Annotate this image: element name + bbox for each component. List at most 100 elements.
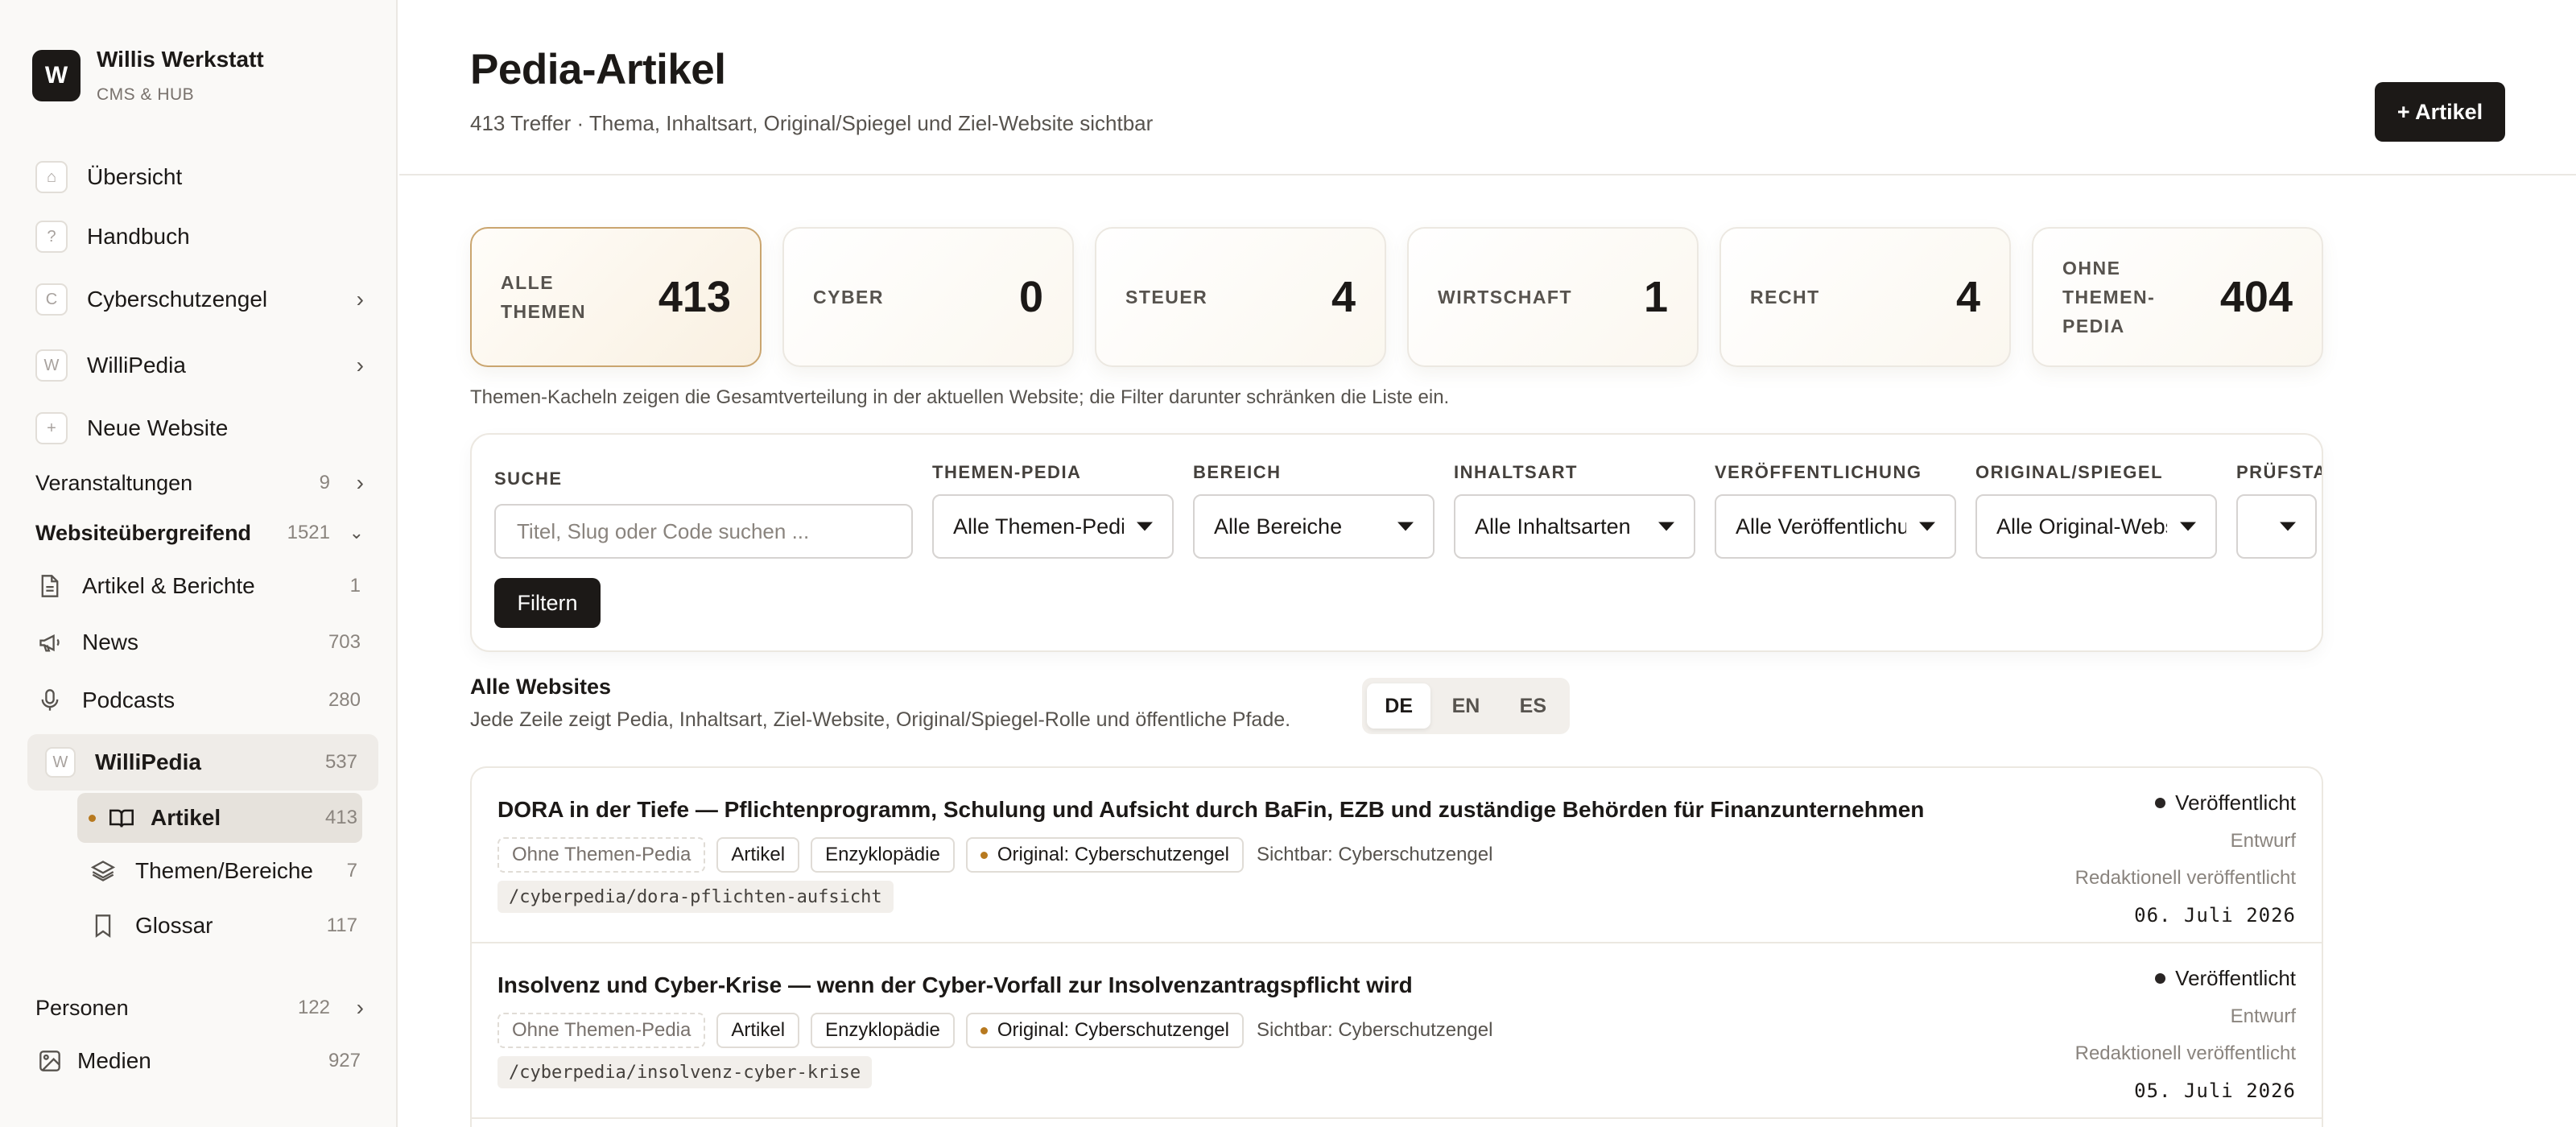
caret-down-icon xyxy=(1137,522,1153,531)
nav-count: 117 xyxy=(326,914,357,936)
tile-alle-themen[interactable]: ALLE THEMEN 413 xyxy=(470,227,762,367)
select-themen-pedia[interactable]: Alle Themen-Pedia xyxy=(932,494,1174,559)
nav-label: Medien xyxy=(77,1048,151,1073)
nav-item-new-website[interactable]: + Neue Website xyxy=(35,406,364,451)
nav-count: 7 xyxy=(346,860,357,881)
tile-ohne-themen-pedia[interactable]: OHNE THEMEN-PEDIA 404 xyxy=(2032,227,2323,367)
select-inhaltsart[interactable]: Alle Inhaltsarten xyxy=(1454,494,1695,559)
tile-label: RECHT xyxy=(1750,287,1820,308)
nav-item-podcasts[interactable]: Podcasts 280 xyxy=(35,678,364,723)
status-editorial: Redaktionell veröffentlicht xyxy=(2074,1042,2296,1064)
tile-label: ALLE THEMEN xyxy=(501,272,587,322)
tile-label: WIRTSCHAFT xyxy=(1438,287,1573,308)
nav-section-veranstaltungen[interactable]: Veranstaltungen 9 › xyxy=(35,465,364,501)
select-value: Alle Themen-Pedia xyxy=(953,514,1124,539)
article-slug: /cyberpedia/insolvenz-cyber-krise xyxy=(497,1056,873,1088)
nav-item-cyberschutzengel[interactable]: C Cyberschutzengel › xyxy=(35,277,364,322)
select-value: Alle Original-Websites xyxy=(1996,514,2167,539)
nav-count: 927 xyxy=(328,1050,361,1071)
lang-de-button[interactable]: DE xyxy=(1367,683,1431,729)
filter-submit-button[interactable]: Filtern xyxy=(494,578,601,628)
tag-pedia: Ohne Themen-Pedia xyxy=(497,1013,706,1048)
article-date: 06. Juli 2026 xyxy=(2134,904,2296,927)
nav-label: WilliPedia xyxy=(95,749,202,774)
search-input[interactable] xyxy=(494,504,913,559)
select-original-spiegel[interactable]: Alle Original-Websites xyxy=(1975,494,2217,559)
nav-label: Cyberschutzengel xyxy=(87,287,268,312)
section-count: 122 xyxy=(297,997,330,1018)
new-article-button[interactable]: + Artikel xyxy=(2375,82,2505,142)
nav-section-personen[interactable]: Personen 122 › xyxy=(35,990,364,1026)
filter-label: VERÖFFENTLICHUNG xyxy=(1715,462,1922,482)
tile-value: 4 xyxy=(1955,273,1980,321)
status-published: Veröffentlicht xyxy=(2075,791,2296,815)
chevron-right-icon: › xyxy=(356,470,364,495)
nav-count: 703 xyxy=(328,631,361,653)
nav-item-willipedia-site[interactable]: W WilliPedia › xyxy=(35,343,364,388)
layers-icon xyxy=(89,857,118,886)
nav-item-glossar[interactable]: Glossar 117 xyxy=(89,903,357,948)
page-header: Pedia-Artikel 413 Treffer · Thema, Inhal… xyxy=(399,0,2576,175)
tile-value: 404 xyxy=(2219,273,2293,321)
nav-item-overview[interactable]: ⌂ Übersicht xyxy=(35,155,364,200)
article-status: Veröffentlicht Entwurf Redaktionell verö… xyxy=(2075,791,2296,927)
chevron-down-icon: ⌄ xyxy=(349,522,364,543)
tile-wirtschaft[interactable]: WIRTSCHAFT 1 xyxy=(1407,227,1699,367)
tiles-note: Themen-Kacheln zeigen die Gesamtverteilu… xyxy=(470,386,1450,408)
nav-label: WilliPedia xyxy=(87,353,186,378)
nav-item-medien[interactable]: Medien 927 xyxy=(35,1038,364,1084)
tile-value: 4 xyxy=(1331,273,1356,321)
select-veroeffentlichung[interactable]: Alle Veröffentlichungen xyxy=(1715,494,1956,559)
nav-label: Artikel & Berichte xyxy=(82,573,255,598)
tile-value: 1 xyxy=(1643,273,1668,321)
tag-origin: Original: Cyberschutzengel xyxy=(965,1013,1244,1048)
filter-label: THEMEN-PEDIA xyxy=(932,462,1082,482)
nav-item-pedia-artikel[interactable]: Artikel 413 xyxy=(89,795,357,840)
filter-label: INHALTSART xyxy=(1454,462,1578,482)
article-row[interactable]: Insolvenz und Cyber-Krise — wenn der Cyb… xyxy=(472,943,2322,1119)
nav-label: Themen/Bereiche xyxy=(135,858,314,883)
language-switch: DE EN ES xyxy=(1362,678,1570,734)
brand[interactable]: W Willis Werkstatt CMS & HUB xyxy=(32,47,264,105)
page-title: Pedia-Artikel xyxy=(470,46,726,93)
nav-item-handbook[interactable]: ? Handbuch xyxy=(35,214,364,259)
sidebar: W Willis Werkstatt CMS & HUB ⌂ Übersicht… xyxy=(0,0,398,1127)
help-icon: ? xyxy=(35,221,68,253)
nav-item-willipedia[interactable]: W WilliPedia 537 xyxy=(45,740,357,785)
caret-down-icon xyxy=(1658,522,1674,531)
chevron-right-icon: › xyxy=(356,353,364,378)
lang-en-button[interactable]: EN xyxy=(1434,683,1497,729)
lang-es-button[interactable]: ES xyxy=(1501,683,1565,729)
status-editorial: Redaktionell veröffentlicht xyxy=(2074,867,2296,889)
tag-kind: Enzyklopädie xyxy=(811,837,955,873)
plus-icon: + xyxy=(35,412,68,444)
status-published: Veröffentlicht xyxy=(2075,966,2296,991)
tile-steuer[interactable]: STEUER 4 xyxy=(1095,227,1386,367)
site-c-icon: C xyxy=(35,283,68,316)
image-icon xyxy=(35,1046,64,1075)
article-row[interactable]: DORA in der Tiefe — Pflichtenprogramm, S… xyxy=(472,768,2322,943)
status-state: Entwurf xyxy=(2230,1005,2296,1027)
nav-section-websiteuebergreifend[interactable]: Websiteübergreifend 1521 ⌄ xyxy=(35,515,364,551)
article-title[interactable]: DORA in der Tiefe — Pflichtenprogramm, S… xyxy=(497,797,1924,823)
nav-item-themen-bereiche[interactable]: Themen/Bereiche 7 xyxy=(89,848,357,894)
article-title[interactable]: Insolvenz und Cyber-Krise — wenn der Cyb… xyxy=(497,972,1413,998)
section-count: 9 xyxy=(319,472,330,493)
select-pruefstand[interactable] xyxy=(2236,494,2317,559)
nav-label: Handbuch xyxy=(87,224,190,249)
select-bereich[interactable]: Alle Bereiche xyxy=(1193,494,1435,559)
tile-value: 413 xyxy=(658,273,731,321)
tile-cyber[interactable]: CYBER 0 xyxy=(782,227,1074,367)
tile-recht[interactable]: RECHT 4 xyxy=(1719,227,2011,367)
caret-down-icon xyxy=(2180,522,2196,531)
site-w-icon: W xyxy=(35,349,68,382)
tile-label: STEUER xyxy=(1125,287,1208,308)
section-label: Veranstaltungen xyxy=(35,470,193,495)
select-value: Alle Inhaltsarten xyxy=(1475,514,1631,539)
filter-label: BEREICH xyxy=(1193,462,1282,482)
origin-dot-icon xyxy=(980,1026,988,1034)
nav-item-news[interactable]: News 703 xyxy=(35,620,364,665)
nav-item-artikel-berichte[interactable]: Artikel & Berichte 1 xyxy=(35,564,364,609)
nav-count: 1 xyxy=(349,575,361,597)
filter-label: PRÜFSTAND xyxy=(2236,462,2322,482)
